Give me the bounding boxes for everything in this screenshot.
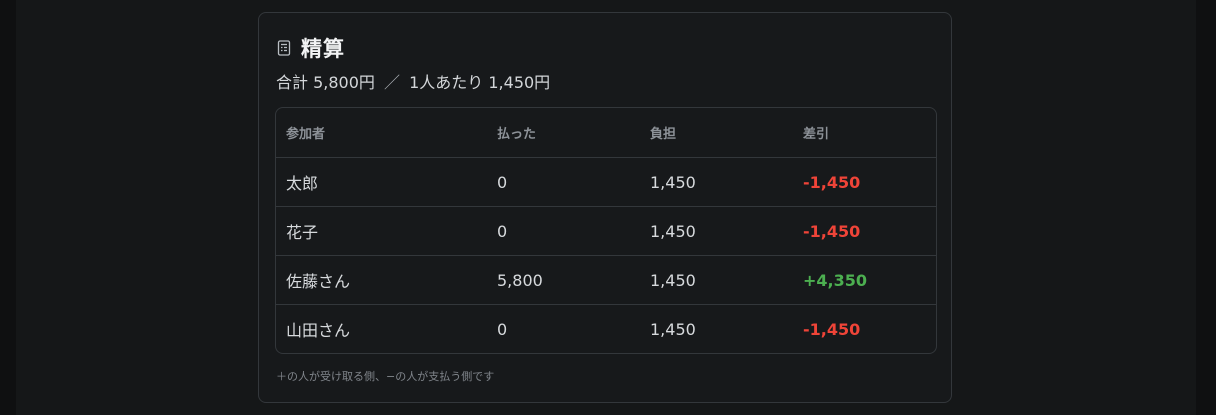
card-title: 精算 [301,37,345,61]
balance-amount: -1,450 [793,157,936,207]
share-amount: 1,450 [640,206,793,256]
paid-amount: 5,800 [487,255,640,305]
column-header-paid: 払った [487,108,640,158]
participant-name: 山田さん [286,321,351,340]
column-header-share: 負担 [640,108,793,158]
participant-name: 太郎 [276,157,487,207]
page: 精算 合計 5,800円 ／ 1人あたり 1,450円 参加者 払った 負担 差… [0,0,1216,415]
card-header: 精算 [277,33,345,63]
settlement-card: 精算 合計 5,800円 ／ 1人あたり 1,450円 参加者 払った 負担 差… [258,12,952,403]
receipt-icon [277,40,291,56]
right-gutter [1196,0,1216,415]
participant-name: 花子 [276,206,487,256]
table-row: 山田さん 0 1,450 -1,450 [276,305,936,354]
table-row: 太郎 0 1,450 -1,450 [276,157,936,207]
table-header-row: 参加者 払った 負担 差引 [276,108,936,158]
table-row: 花子 0 1,450 -1,450 [276,206,936,256]
footnote: ＋の人が受け取る側、−の人が支払う側です [276,370,495,383]
paid-amount: 0 [487,157,640,207]
paid-amount: 0 [497,319,508,339]
share-amount: 1,450 [650,319,696,339]
balance-amount: -1,450 [803,319,861,339]
left-gutter [0,0,16,415]
summary-separator: ／ [384,73,401,92]
share-amount: 1,450 [640,255,793,305]
settlement-table: 参加者 払った 負担 差引 太郎 0 1,450 -1,450 花子 0 1,4… [275,107,937,354]
column-header-participant: 参加者 [276,108,487,158]
settlement-summary: 合計 5,800円 ／ 1人あたり 1,450円 [276,69,550,93]
column-header-balance: 差引 [793,108,936,158]
share-amount: 1,450 [640,157,793,207]
balance-amount: +4,350 [793,255,936,305]
summary-total: 合計 5,800円 [276,73,375,92]
balance-amount: -1,450 [793,206,936,256]
participant-name: 佐藤さん [276,255,487,305]
table-row: 佐藤さん 5,800 1,450 +4,350 [276,255,936,305]
paid-amount: 0 [487,206,640,256]
summary-per-person: 1人あたり 1,450円 [409,73,551,92]
